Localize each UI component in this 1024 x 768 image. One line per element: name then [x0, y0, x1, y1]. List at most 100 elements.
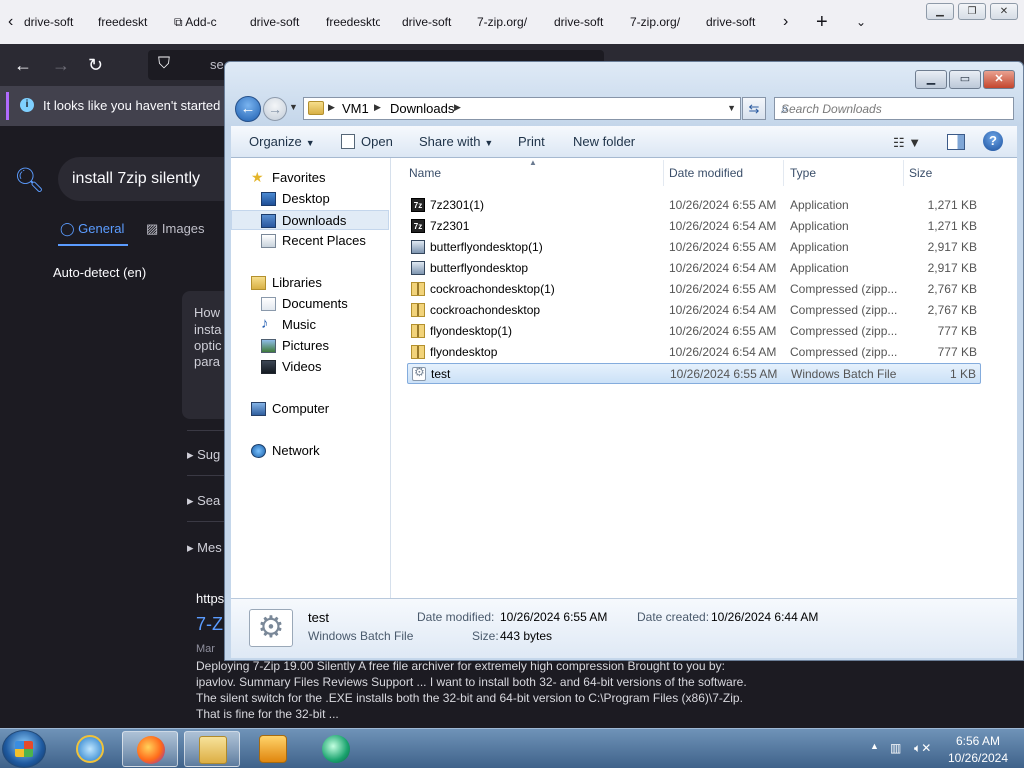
- chevron-right-icon[interactable]: ▶: [454, 102, 461, 113]
- nav-pictures[interactable]: Pictures: [231, 336, 389, 356]
- batch-file-large-icon: ⚙: [249, 609, 293, 647]
- nav-documents[interactable]: Documents: [231, 294, 389, 314]
- tab-general[interactable]: ◯ General: [60, 221, 124, 237]
- tab-7[interactable]: 7-zip.org/: [477, 8, 533, 36]
- tab-1[interactable]: drive-soft: [24, 8, 74, 36]
- file-size: 2,917 KB: [927, 240, 977, 254]
- details-date-modified: 10/26/2024 6:55 AM: [500, 610, 608, 624]
- section-messages[interactable]: ▸ Mes: [187, 540, 222, 556]
- file-row[interactable]: butterflyondesktop(1) 10/26/2024 6:55 AM A…: [407, 237, 981, 258]
- tab-5[interactable]: freedeskto: [326, 8, 380, 36]
- refresh-button[interactable]: ⇆: [742, 97, 766, 120]
- clock-time[interactable]: 6:56 AM: [938, 734, 1018, 748]
- tab-scroll-left-icon[interactable]: ‹: [8, 8, 13, 36]
- nav-desktop[interactable]: Desktop: [231, 189, 389, 209]
- tab-images[interactable]: ▨ Images: [146, 221, 205, 237]
- breadcrumb-downloads[interactable]: Downloads: [390, 101, 454, 116]
- new-folder-button[interactable]: New folder: [573, 134, 635, 149]
- open-button[interactable]: Open: [361, 134, 393, 149]
- file-row[interactable]: cockroachondesktop(1) 10/26/2024 6:55 AM C…: [407, 279, 981, 300]
- taskbar-firefox[interactable]: [122, 731, 178, 767]
- show-hidden-icons-icon[interactable]: ▲: [870, 741, 879, 751]
- tab-scroll-right-icon[interactable]: ›: [783, 8, 788, 36]
- internet-explorer-icon: [76, 735, 104, 763]
- close-icon[interactable]: ✕: [983, 70, 1015, 89]
- column-name[interactable]: Name: [409, 166, 441, 180]
- column-size[interactable]: Size: [909, 166, 932, 180]
- forward-arrow-icon[interactable]: →: [52, 54, 70, 76]
- breadcrumb-vm1[interactable]: VM1: [342, 101, 369, 116]
- nav-computer[interactable]: Computer: [231, 399, 389, 419]
- forward-button[interactable]: →: [263, 97, 287, 121]
- shield-icon[interactable]: ⛉: [158, 55, 170, 73]
- section-suggestions[interactable]: ▸ Sug: [187, 447, 220, 463]
- print-button[interactable]: Print: [518, 134, 545, 149]
- help-icon[interactable]: ?: [983, 131, 1003, 151]
- preview-pane-icon[interactable]: [947, 134, 965, 150]
- back-button[interactable]: ←: [235, 96, 261, 122]
- tab-3[interactable]: ⧉ Add-c: [174, 8, 230, 36]
- change-view-icon[interactable]: ☷ ▼: [893, 135, 921, 151]
- nav-videos[interactable]: Videos: [231, 357, 389, 377]
- chevron-right-icon[interactable]: ▶: [374, 102, 381, 113]
- network-tray-icon[interactable]: ▥: [890, 741, 901, 755]
- maximize-icon[interactable]: ▭: [949, 70, 981, 89]
- nav-recent-places[interactable]: Recent Places: [231, 231, 389, 251]
- search-field[interactable]: Search Downloads ⌕: [774, 97, 1014, 120]
- file-row[interactable]: 7z 7z2301(1) 10/26/2024 6:55 AM Application…: [407, 195, 981, 216]
- tab-8[interactable]: drive-soft: [554, 8, 608, 36]
- recent-pages-dropdown-icon[interactable]: ▼: [289, 102, 298, 112]
- share-with-button[interactable]: Share with ▼: [419, 134, 493, 149]
- tab-2[interactable]: freedeskt: [98, 8, 152, 36]
- addon-icon: ⧉: [174, 15, 186, 29]
- list-all-tabs-icon[interactable]: ⌄: [856, 8, 866, 36]
- minimize-icon[interactable]: ▁: [915, 70, 947, 89]
- column-type[interactable]: Type: [790, 166, 816, 180]
- restore-icon[interactable]: ❐: [958, 3, 986, 20]
- file-row[interactable]: butterflyondesktop 10/26/2024 6:54 AM Appl…: [407, 258, 981, 279]
- back-arrow-icon[interactable]: ←: [14, 54, 32, 76]
- new-tab-icon[interactable]: +: [816, 8, 828, 36]
- details-pane: ⚙ test Windows Batch File Date modified:…: [231, 598, 1017, 658]
- nav-favorites[interactable]: ★ Favorites: [231, 168, 389, 188]
- file-row[interactable]: flyondesktop 10/26/2024 6:54 AM Compressed…: [407, 342, 981, 363]
- volume-muted-icon[interactable]: 🔈︎✕: [914, 741, 931, 756]
- nav-network[interactable]: Network: [231, 441, 389, 461]
- language-autodetect[interactable]: Auto-detect (en): [53, 265, 146, 280]
- taskbar-app[interactable]: [308, 731, 364, 767]
- tab-9[interactable]: 7-zip.org/: [630, 8, 682, 36]
- file-row[interactable]: 7z 7z2301 10/26/2024 6:54 AM Application 1,2…: [407, 216, 981, 237]
- tab-6[interactable]: drive-soft: [402, 8, 456, 36]
- file-type: Compressed (zipp...: [790, 282, 898, 296]
- tab-4[interactable]: drive-soft: [250, 8, 304, 36]
- chevron-right-icon[interactable]: ▶: [328, 102, 335, 113]
- address-history-dropdown-icon[interactable]: ▼: [727, 103, 736, 113]
- file-row[interactable]: test 10/26/2024 6:55 AM Windows Batch File…: [407, 363, 981, 384]
- result-date: Mar: [196, 643, 215, 655]
- nav-music[interactable]: ♪ Music: [231, 315, 389, 335]
- taskbar-internet-explorer[interactable]: [62, 731, 118, 767]
- minimize-icon[interactable]: ▁: [926, 3, 954, 20]
- result-snippet-line: The silent switch for the .EXE installs …: [196, 691, 743, 705]
- nav-libraries[interactable]: Libraries: [231, 273, 389, 293]
- file-name: butterflyondesktop: [430, 261, 529, 275]
- organize-button[interactable]: Organize ▼: [249, 134, 315, 149]
- taskbar-media-player[interactable]: [245, 731, 301, 767]
- file-row[interactable]: cockroachondesktop 10/26/2024 6:54 AM Comp…: [407, 300, 981, 321]
- reload-icon[interactable]: ↻: [88, 54, 103, 76]
- address-bar[interactable]: ▶ VM1 ▶ Downloads ▶ ▼: [303, 97, 741, 120]
- taskbar-explorer[interactable]: [184, 731, 240, 767]
- result-title-link[interactable]: 7-Z: [196, 614, 223, 635]
- tab-10[interactable]: drive-soft: [706, 8, 760, 36]
- nav-downloads[interactable]: Downloads: [231, 210, 389, 230]
- search-icon[interactable]: ⌕: [781, 100, 1009, 117]
- videos-icon: [261, 360, 276, 374]
- start-button[interactable]: [2, 730, 46, 768]
- section-searches[interactable]: ▸ Sea: [187, 493, 220, 509]
- close-icon[interactable]: ✕: [990, 3, 1018, 20]
- search-input[interactable]: install 7zip silently: [58, 157, 238, 201]
- result-snippet-line: That is fine for the 32-bit ...: [196, 707, 339, 721]
- file-row[interactable]: flyondesktop(1) 10/26/2024 6:55 AM Compres…: [407, 321, 981, 342]
- column-date-modified[interactable]: Date modified: [669, 166, 743, 180]
- clock-date[interactable]: 10/26/2024: [938, 751, 1018, 765]
